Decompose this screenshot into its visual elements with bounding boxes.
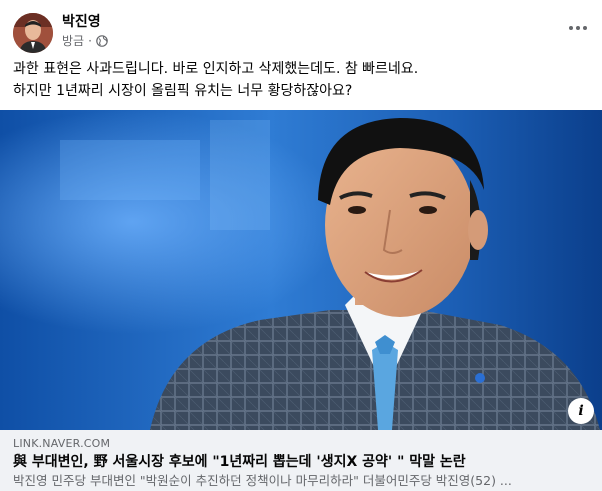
facebook-post: 박진영 방금 · 과한 표현은 사과드립니다. 바로 인지하고 삭제했는데도. … — [0, 0, 602, 491]
link-domain: LINK.NAVER.COM — [13, 437, 111, 450]
more-dot — [576, 26, 580, 30]
post-timestamp[interactable]: 방금 — [62, 33, 84, 49]
link-description: 박진영 민주당 부대변인 "박원순이 추진하던 정책이나 마무리하라" 더불어민… — [13, 473, 512, 488]
author-name[interactable]: 박진영 — [62, 13, 101, 31]
meta-separator: · — [88, 34, 92, 48]
author-avatar[interactable] — [13, 13, 53, 53]
globe-icon[interactable] — [96, 35, 108, 47]
more-dot — [569, 26, 573, 30]
post-text-line: 과한 표현은 사과드립니다. 바로 인지하고 삭제했는데도. 참 빠르네요. — [13, 61, 419, 77]
link-preview-image[interactable]: i — [0, 110, 602, 430]
info-icon[interactable]: i — [568, 398, 594, 424]
link-title[interactable]: 與 부대변인, 野 서울시장 후보에 "1년짜리 뽑는데 '생지X 공약' " … — [13, 453, 466, 471]
post-meta: 방금 · — [62, 33, 108, 49]
link-preview-card[interactable]: LINK.NAVER.COM 與 부대변인, 野 서울시장 후보에 "1년짜리 … — [0, 430, 602, 491]
more-options-icon[interactable] — [566, 20, 590, 36]
post-text: 과한 표현은 사과드립니다. 바로 인지하고 삭제했는데도. 참 빠르네요. 하… — [13, 58, 593, 102]
more-dot — [583, 26, 587, 30]
news-photo-of-man — [0, 110, 602, 430]
post-text-line: 하지만 1년짜리 시장이 올림픽 유치는 너무 황당하잖아요? — [13, 83, 353, 99]
post-header: 박진영 방금 · — [0, 0, 602, 56]
